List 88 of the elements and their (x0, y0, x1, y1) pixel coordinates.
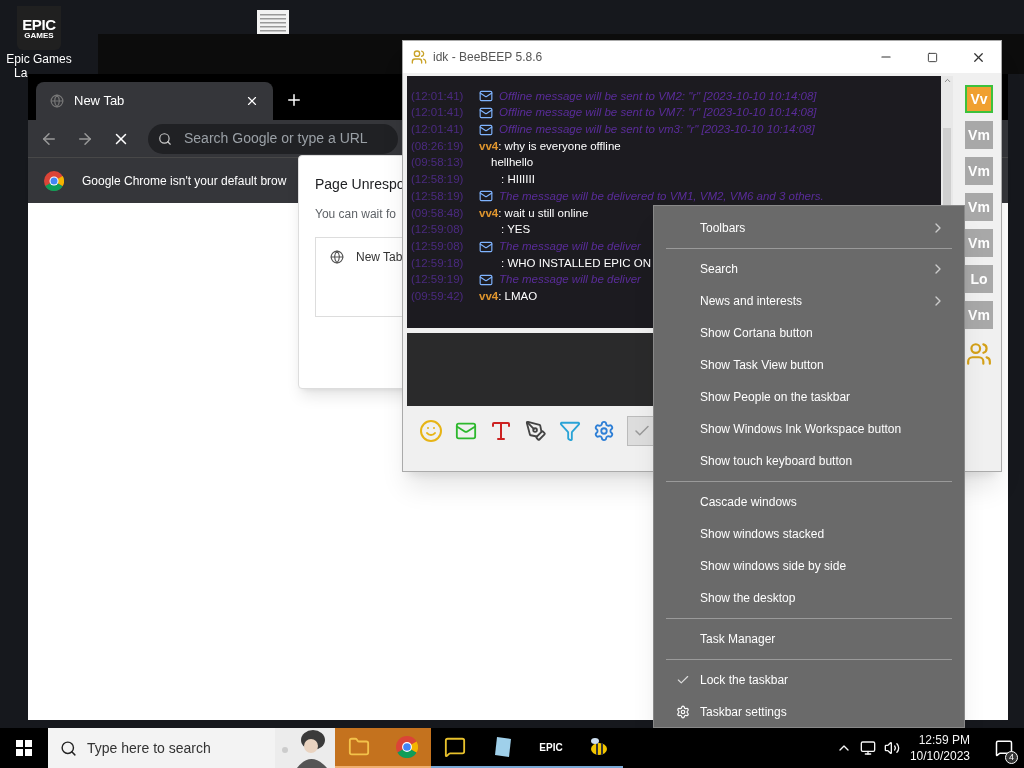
browser-tab[interactable]: New Tab (36, 82, 273, 120)
envelope-icon (479, 239, 493, 254)
system-message: The message will be deliver (499, 238, 641, 254)
default-browser-message: Google Chrome isn't your default brow (82, 172, 287, 190)
address-placeholder: Search Google or type a URL (184, 129, 368, 148)
chat-message: : HIIIIII (501, 172, 535, 188)
menu-item[interactable]: Cascade windows (666, 486, 952, 518)
timestamp: (09:58:48) (411, 205, 465, 221)
new-tab-icon[interactable] (285, 91, 303, 109)
system-message: Offline message will be sent to vm3: "r" [2023-10-10 10:14:08] (499, 122, 815, 138)
notepad-icon (493, 736, 513, 758)
speech-bubble-icon (444, 736, 466, 758)
timestamp: (12:01:41) (411, 105, 465, 121)
chat-message: : WHO INSTALLED EPIC ON (501, 255, 651, 271)
timestamp: (12:59:18) (411, 255, 465, 271)
app-icon (411, 49, 427, 65)
folder-icon (348, 736, 370, 758)
menu-item[interactable]: Show touch keyboard button (666, 445, 952, 477)
font-icon[interactable] (489, 419, 513, 443)
chat-message: vv4: LMAO (479, 288, 538, 304)
address-bar[interactable]: Search Google or type a URL (148, 123, 398, 154)
page-item[interactable]: New Tab (356, 248, 403, 266)
timestamp: (12:01:41) (411, 122, 465, 138)
globe-icon (330, 250, 344, 264)
bee-icon (588, 737, 610, 757)
scroll-up-icon[interactable] (942, 76, 952, 85)
menu-item[interactable]: Taskbar settings (666, 696, 952, 728)
timestamp: (12:58:19) (411, 172, 465, 188)
envelope-icon (479, 272, 493, 287)
desktop-icon-label[interactable]: La (14, 66, 28, 80)
settings-icon (676, 705, 690, 719)
dialog-message: You can wait fo (315, 206, 396, 223)
chat-message: : YES (501, 222, 531, 238)
search-icon (158, 131, 172, 146)
envelope-icon (479, 89, 493, 104)
system-message: The message will be delivered to VM1, VM2, VM6 and 3 others. (499, 188, 824, 204)
system-message: Offline message will be sent to VM7: "r" [2023-10-10 10:14:08] (499, 105, 817, 121)
timestamp: (09:58:13) (411, 155, 465, 171)
menu-item[interactable]: Toolbars (666, 212, 952, 244)
dialog-title: Page Unrespo (315, 175, 405, 194)
timestamp: (12:58:19) (411, 188, 465, 204)
taskbar-search-field[interactable]: Type here to search (48, 728, 335, 768)
pen-icon[interactable] (525, 420, 547, 442)
menu-item[interactable]: Show the desktop (666, 582, 952, 614)
system-message: The message will be deliver (499, 272, 641, 288)
timestamp: (09:59:42) (411, 288, 465, 304)
timestamp: (12:59:08) (411, 238, 465, 254)
gear-icon[interactable] (593, 420, 615, 442)
system-message: Offline message will be sent to VM2: "r" [2023-10-10 10:14:08] (499, 88, 817, 104)
menu-item[interactable]: Show windows stacked (666, 518, 952, 550)
windows-logo-icon[interactable] (16, 740, 32, 756)
taskbar-app-button[interactable]: EPIC (527, 728, 575, 768)
desktop-icon-label[interactable]: Epic Games (6, 52, 72, 66)
epic-games-icon: EPIC (539, 739, 563, 755)
menu-item[interactable]: Show Task View button (666, 349, 952, 381)
menu-item[interactable]: Show Windows Ink Workspace button (666, 413, 952, 445)
chat-message: vv4: why is everyone offline (479, 138, 621, 154)
volume-icon[interactable] (883, 740, 900, 756)
menu-item[interactable]: Show People on the taskbar (666, 381, 952, 413)
menu-item[interactable]: Show Cortana button (666, 317, 952, 349)
close-tab-icon[interactable] (245, 94, 259, 108)
envelope-icon (479, 106, 493, 121)
maximize-icon[interactable] (926, 51, 938, 63)
window-title: idk - BeeBEEP 5.8.6 (433, 49, 544, 66)
notification-count: 4 (1005, 751, 1018, 764)
search-icon (60, 739, 77, 757)
chat-message: hellhello (491, 155, 534, 171)
menu-item[interactable]: Show windows side by side (666, 550, 952, 582)
loading-icon (50, 94, 64, 108)
network-icon[interactable] (859, 740, 876, 756)
epic-games-logo-icon[interactable]: EPIC GAMES (17, 6, 61, 50)
search-placeholder: Type here to search (87, 738, 212, 758)
chrome-icon (396, 736, 418, 758)
menu-item[interactable]: Task Manager (666, 623, 952, 655)
timestamp: (12:59:08) (411, 222, 465, 238)
envelope-icon (479, 189, 493, 204)
envelope-icon (479, 122, 493, 137)
clock[interactable]: 12:59 PM 10/10/2023 (909, 732, 970, 764)
chat-message: vv4: wait u still online (479, 205, 589, 221)
menu-item[interactable]: News and interests (666, 285, 952, 317)
timestamp: (12:59:19) (411, 272, 465, 288)
document-icon[interactable] (257, 10, 289, 34)
timestamp: (12:01:41) (411, 88, 465, 104)
menu-item[interactable]: Search (666, 253, 952, 285)
chrome-logo-icon (44, 170, 64, 191)
timestamp: (08:26:19) (411, 138, 465, 154)
filter-icon[interactable] (559, 420, 581, 442)
menu-item[interactable]: Lock the taskbar (666, 664, 952, 696)
